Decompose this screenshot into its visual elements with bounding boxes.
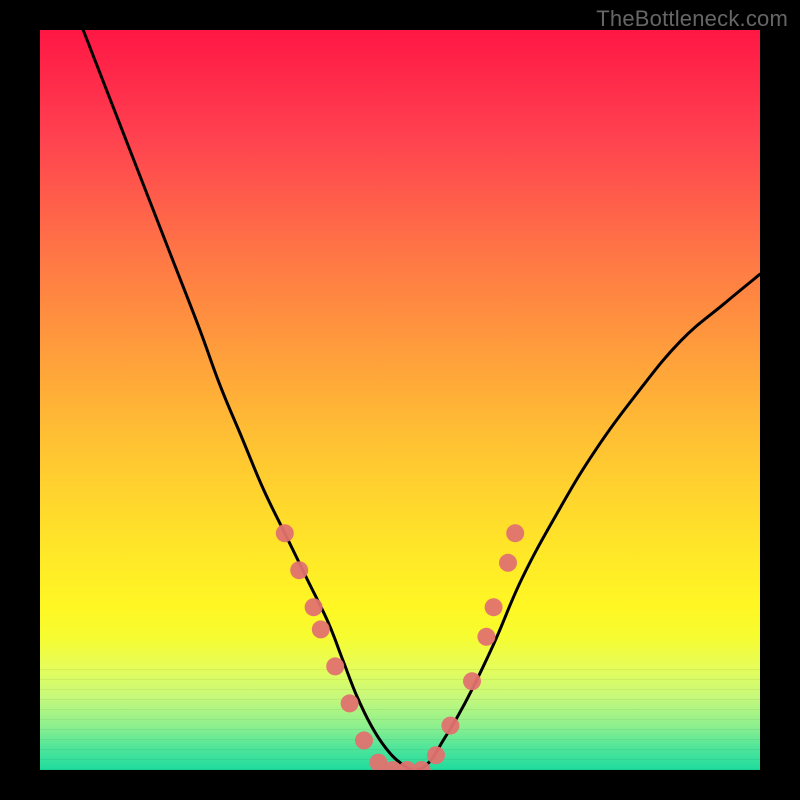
chart-frame: TheBottleneck.com (0, 0, 800, 800)
curve-layer (40, 30, 760, 770)
watermark-text: TheBottleneck.com (596, 6, 788, 32)
bottleneck-curve (83, 30, 760, 770)
highlight-dot (463, 672, 481, 690)
highlight-dot (355, 731, 373, 749)
highlight-dot (441, 717, 459, 735)
highlight-dot (499, 554, 517, 572)
highlight-dot (312, 620, 330, 638)
highlight-dots-group (276, 524, 524, 770)
highlight-dot (276, 524, 294, 542)
highlight-dot (326, 657, 344, 675)
highlight-dot (485, 598, 503, 616)
plot-area (40, 30, 760, 770)
highlight-dot (506, 524, 524, 542)
highlight-dot (427, 746, 445, 764)
highlight-dot (290, 561, 308, 579)
highlight-dot (477, 628, 495, 646)
highlight-dot (341, 694, 359, 712)
highlight-dot (305, 598, 323, 616)
